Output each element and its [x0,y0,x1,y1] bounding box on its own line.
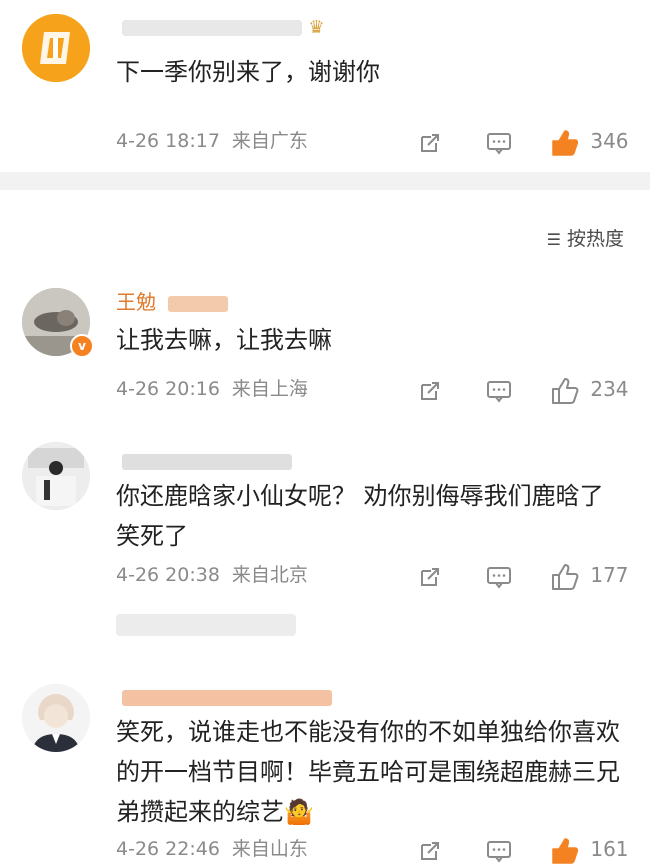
blurred-username [122,19,302,36]
logo-icon [22,14,90,82]
like-button[interactable]: 234 [550,374,629,404]
blurred-username [168,295,229,312]
thumbs-up-icon [552,129,579,156]
reply-button[interactable] [486,126,512,156]
blurred-username [122,689,332,706]
share-icon [421,133,439,152]
reply-button[interactable] [486,834,512,864]
comment-meta: 4-26 22:46 来自山东 [116,834,320,864]
comment-date: 4-26 20:16 [116,378,220,400]
avatar[interactable] [22,442,90,510]
like-count: 161 [590,837,629,861]
reply-button[interactable] [486,374,512,404]
comment-date: 4-26 20:38 [116,564,220,586]
sort-icon: ☰ [546,230,561,249]
share-icon [421,567,439,586]
thumbs-up-icon [552,837,579,864]
avatar[interactable] [22,14,90,82]
comment-location: 来自山东 [231,838,308,860]
comment-location: 来自北京 [231,564,308,586]
share-button[interactable] [418,560,442,590]
blurred-username [122,453,292,470]
comment-text: 笑死，说谁走也不能没有你的不如单独给你喜欢的开一档节目啊！毕竟五哈可是围绕超鹿赫… [116,718,620,826]
username[interactable] [116,684,332,708]
username[interactable]: ♛ [116,14,325,38]
verified-badge-icon: v [70,334,94,358]
comment-icon [487,840,511,863]
thumbs-up-icon [552,563,579,590]
share-button[interactable] [418,834,442,864]
comment-meta: 4-26 20:38 来自北京 [116,560,320,590]
like-button[interactable]: 161 [550,834,629,864]
like-button[interactable]: 346 [550,126,629,156]
reply-button[interactable] [486,560,512,590]
comment-icon [487,566,511,589]
username[interactable]: 王勉 [116,290,229,314]
comment-meta: 4-26 20:16 来自上海 [116,374,320,404]
comment-location: 来自广东 [231,130,308,152]
comment-meta: 4-26 18:17 来自广东 [116,126,320,156]
comment-date: 4-26 18:17 [116,130,220,152]
like-button[interactable]: 177 [550,560,629,590]
thumbs-up-icon [552,377,579,404]
username[interactable] [116,448,292,472]
blurred-reply-preview [116,614,296,636]
comment-icon [487,132,511,155]
like-count: 177 [590,563,629,587]
sort-label: 按热度 [566,228,624,250]
comment-location: 来自上海 [231,378,308,400]
comment-icon [487,380,511,403]
share-button[interactable] [418,374,442,404]
section-divider [0,172,650,190]
like-count: 234 [590,377,629,401]
comment-text: 让我去嘛，让我去嘛 [116,326,332,354]
avatar-image [22,442,90,510]
comment-date: 4-26 22:46 [116,838,220,860]
like-count: 346 [590,129,629,153]
comment-text: 下一季你别来了，谢谢你 [116,58,380,86]
avatar-image [22,684,90,752]
comment-text: 你还鹿晗家小仙女呢？ 劝你别侮辱我们鹿晗了 笑死了 [116,482,604,550]
share-icon [421,381,439,400]
share-button[interactable] [418,126,442,156]
sort-button[interactable]: ☰ 按热度 [547,224,624,251]
share-icon [421,841,439,860]
crown-icon: ♛ [308,17,325,38]
avatar[interactable] [22,684,90,752]
